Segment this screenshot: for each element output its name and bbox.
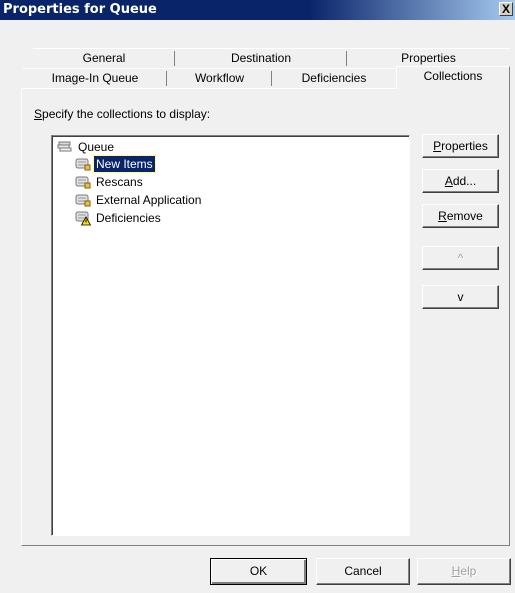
properties-dialog: Properties for Queue X General Destinati… bbox=[0, 0, 515, 593]
ok-button[interactable]: OK bbox=[210, 558, 307, 585]
title-bar[interactable]: Properties for Queue X bbox=[0, 0, 515, 20]
tree-node-label: Deficiencies bbox=[96, 211, 161, 225]
collections-tree[interactable]: Queue New Items Rescans External Applica… bbox=[51, 135, 410, 536]
tab-image-in-queue[interactable]: Image-In Queue bbox=[23, 68, 167, 87]
collection-icon bbox=[75, 176, 91, 189]
collection-icon bbox=[75, 194, 91, 207]
tree-node-label: Rescans bbox=[96, 175, 143, 189]
tab-collections[interactable]: Collections bbox=[396, 66, 510, 89]
tab-label: Destination bbox=[230, 51, 292, 65]
tab-deficiencies[interactable]: Deficiencies bbox=[272, 68, 396, 87]
tab-general[interactable]: General bbox=[33, 48, 175, 67]
move-down-button[interactable]: v bbox=[422, 285, 499, 309]
tree-node-label: Queue bbox=[78, 140, 115, 154]
tree-node-label: New Items bbox=[93, 155, 156, 173]
remove-button[interactable]: Remove bbox=[422, 204, 499, 228]
tab-destination[interactable]: Destination bbox=[175, 48, 347, 67]
tab-label: Workflow bbox=[194, 71, 245, 85]
tab-label: General bbox=[82, 51, 126, 65]
queue-icon bbox=[57, 141, 72, 152]
help-button[interactable]: Help bbox=[417, 558, 511, 585]
move-up-button[interactable]: ^ bbox=[422, 246, 499, 270]
cancel-button[interactable]: Cancel bbox=[316, 558, 410, 585]
tab-label: Properties bbox=[401, 51, 456, 65]
add-button[interactable]: Add... bbox=[422, 169, 499, 193]
tab-label: Deficiencies bbox=[301, 71, 367, 85]
close-icon: X bbox=[501, 2, 510, 16]
properties-button[interactable]: Properties bbox=[422, 134, 499, 158]
instruction-label: Specify the collections to display: bbox=[34, 107, 211, 121]
window-title: Properties for Queue bbox=[3, 2, 157, 17]
tab-workflow[interactable]: Workflow bbox=[167, 68, 272, 87]
collection-icon bbox=[75, 158, 91, 171]
tab-label: Image-In Queue bbox=[51, 71, 139, 85]
tree-node-label: External Application bbox=[96, 193, 202, 207]
tab-label: Collections bbox=[423, 69, 483, 83]
close-button[interactable]: X bbox=[499, 2, 513, 16]
tab-properties[interactable]: Properties bbox=[347, 48, 510, 67]
collection-warning-icon bbox=[75, 211, 91, 226]
